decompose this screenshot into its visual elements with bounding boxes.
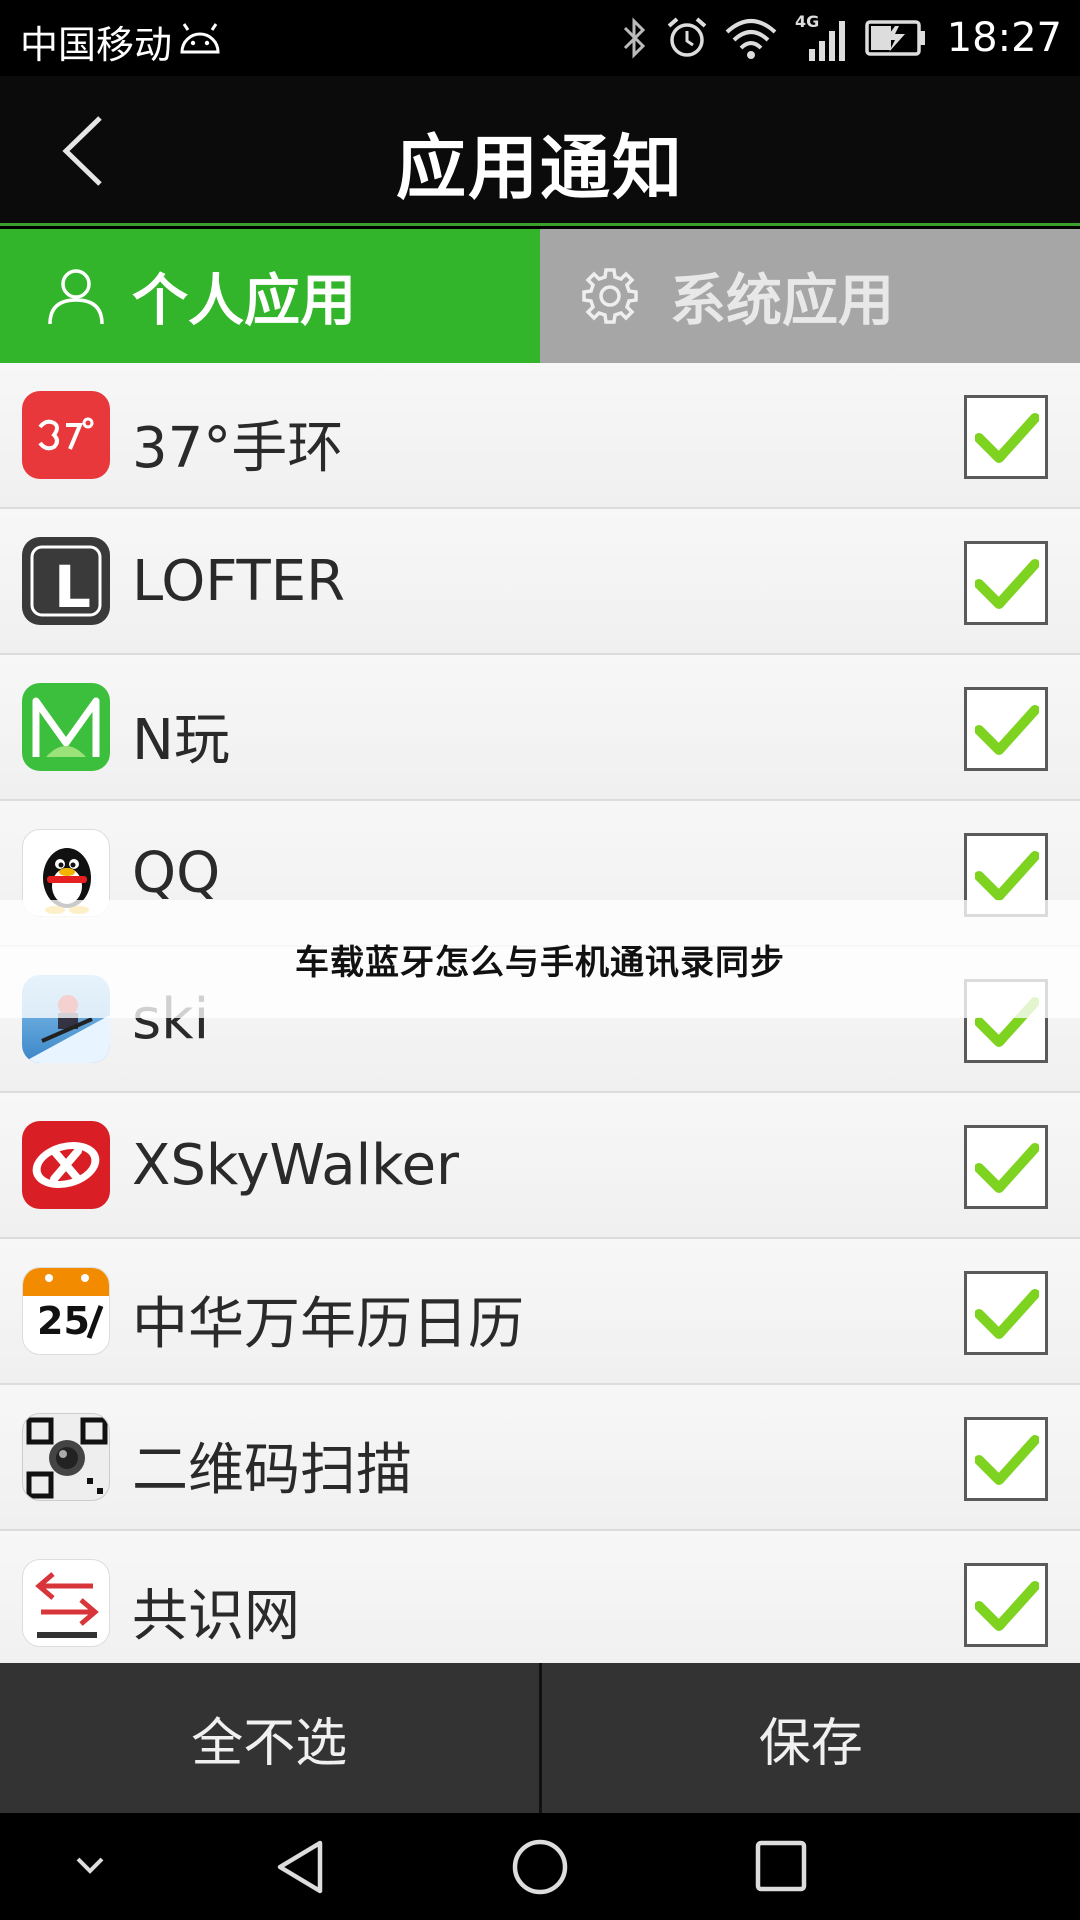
tab-system-label: 系统应用 (670, 268, 894, 334)
app-checkbox[interactable] (964, 395, 1048, 479)
app-row[interactable]: 共识网 (0, 1531, 1080, 1663)
nwan-icon (22, 683, 110, 771)
tab-personal-apps[interactable]: 个人应用 (0, 229, 540, 363)
app-name: 37°手环 (132, 416, 344, 481)
app-row[interactable]: XSkyWalker (0, 1093, 1080, 1239)
page-title: 应用通知 (396, 127, 684, 209)
tab-bar: 个人应用 系统应用 (0, 229, 1080, 363)
app-row[interactable]: N玩 (0, 655, 1080, 801)
app-checkbox[interactable] (964, 687, 1048, 771)
app-name: 二维码扫描 (132, 1438, 412, 1503)
android-icon (180, 23, 220, 54)
app-name: QQ (132, 841, 221, 906)
action-bar: 全不选 保存 (0, 1663, 1080, 1813)
lofter-icon: L (22, 537, 110, 625)
status-bar: 中国移动 4G 18:27 (0, 0, 1080, 76)
status-icons: 4G 18:27 (605, 10, 1062, 66)
band-37-icon (22, 391, 110, 479)
app-checkbox[interactable] (964, 1271, 1048, 1355)
checkmark-icon (975, 1143, 1039, 1193)
overlay-text: 车载蓝牙怎么与手机通讯录同步 (295, 942, 785, 983)
gear-icon (582, 268, 638, 324)
app-name: XSkyWalker (132, 1133, 460, 1198)
lofter-letter: L (54, 553, 91, 621)
app-row[interactable]: 25 中华万年历日历 (0, 1239, 1080, 1385)
battery-charging-icon (864, 20, 925, 56)
carrier-label: 中国移动 (20, 23, 173, 67)
app-name: 中华万年历日历 (132, 1292, 524, 1357)
clock: 18:27 (946, 15, 1062, 61)
navigation-bar (0, 1813, 1080, 1920)
alarm-icon (667, 17, 707, 57)
calendar-icon: 25 (22, 1267, 110, 1355)
signal-4g-icon: 4G (795, 13, 845, 61)
nav-recents-icon[interactable] (754, 1839, 808, 1893)
app-row[interactable]: 二维码扫描 (0, 1385, 1080, 1531)
app-row[interactable]: L LOFTER (0, 509, 1080, 655)
app-name: N玩 (132, 708, 230, 773)
checkmark-icon (975, 1581, 1039, 1631)
xskywalker-icon (22, 1121, 110, 1209)
nav-back-icon[interactable] (272, 1837, 328, 1897)
app-checkbox[interactable] (964, 541, 1048, 625)
checkmark-icon (975, 1289, 1039, 1339)
app-checkbox[interactable] (964, 1125, 1048, 1209)
calendar-day: 25 (37, 1299, 90, 1343)
overlay-banner: 车载蓝牙怎么与手机通讯录同步 (0, 900, 1080, 1018)
checkmark-icon (975, 413, 1039, 463)
tab-personal-label: 个人应用 (132, 268, 356, 334)
qr-scanner-icon (22, 1413, 110, 1501)
person-icon (48, 269, 104, 325)
chevron-down-icon[interactable] (72, 1853, 108, 1877)
app-bar: 应用通知 (0, 76, 1080, 226)
app-checkbox[interactable] (964, 1563, 1048, 1647)
tab-system-apps[interactable]: 系统应用 (540, 229, 1080, 363)
app-row[interactable]: 37°手环 (0, 363, 1080, 509)
checkmark-icon (975, 559, 1039, 609)
network-type-label: 4G (795, 13, 819, 31)
checkmark-icon (975, 1435, 1039, 1485)
phone-screen: 中国移动 4G 18:27 应用通知 个人应用 系统应用 37°手环 L LOF… (0, 0, 1080, 1920)
gongshi-icon (22, 1559, 110, 1647)
bluetooth-icon (623, 17, 645, 59)
app-name: LOFTER (132, 549, 346, 614)
save-button[interactable]: 保存 (542, 1663, 1080, 1813)
app-name: 共识网 (132, 1584, 300, 1649)
app-checkbox[interactable] (964, 1417, 1048, 1501)
nav-home-icon[interactable] (510, 1837, 570, 1897)
checkmark-icon (975, 705, 1039, 755)
checkmark-icon (975, 851, 1039, 901)
deselect-all-button[interactable]: 全不选 (0, 1663, 539, 1813)
wifi-icon (725, 19, 777, 59)
